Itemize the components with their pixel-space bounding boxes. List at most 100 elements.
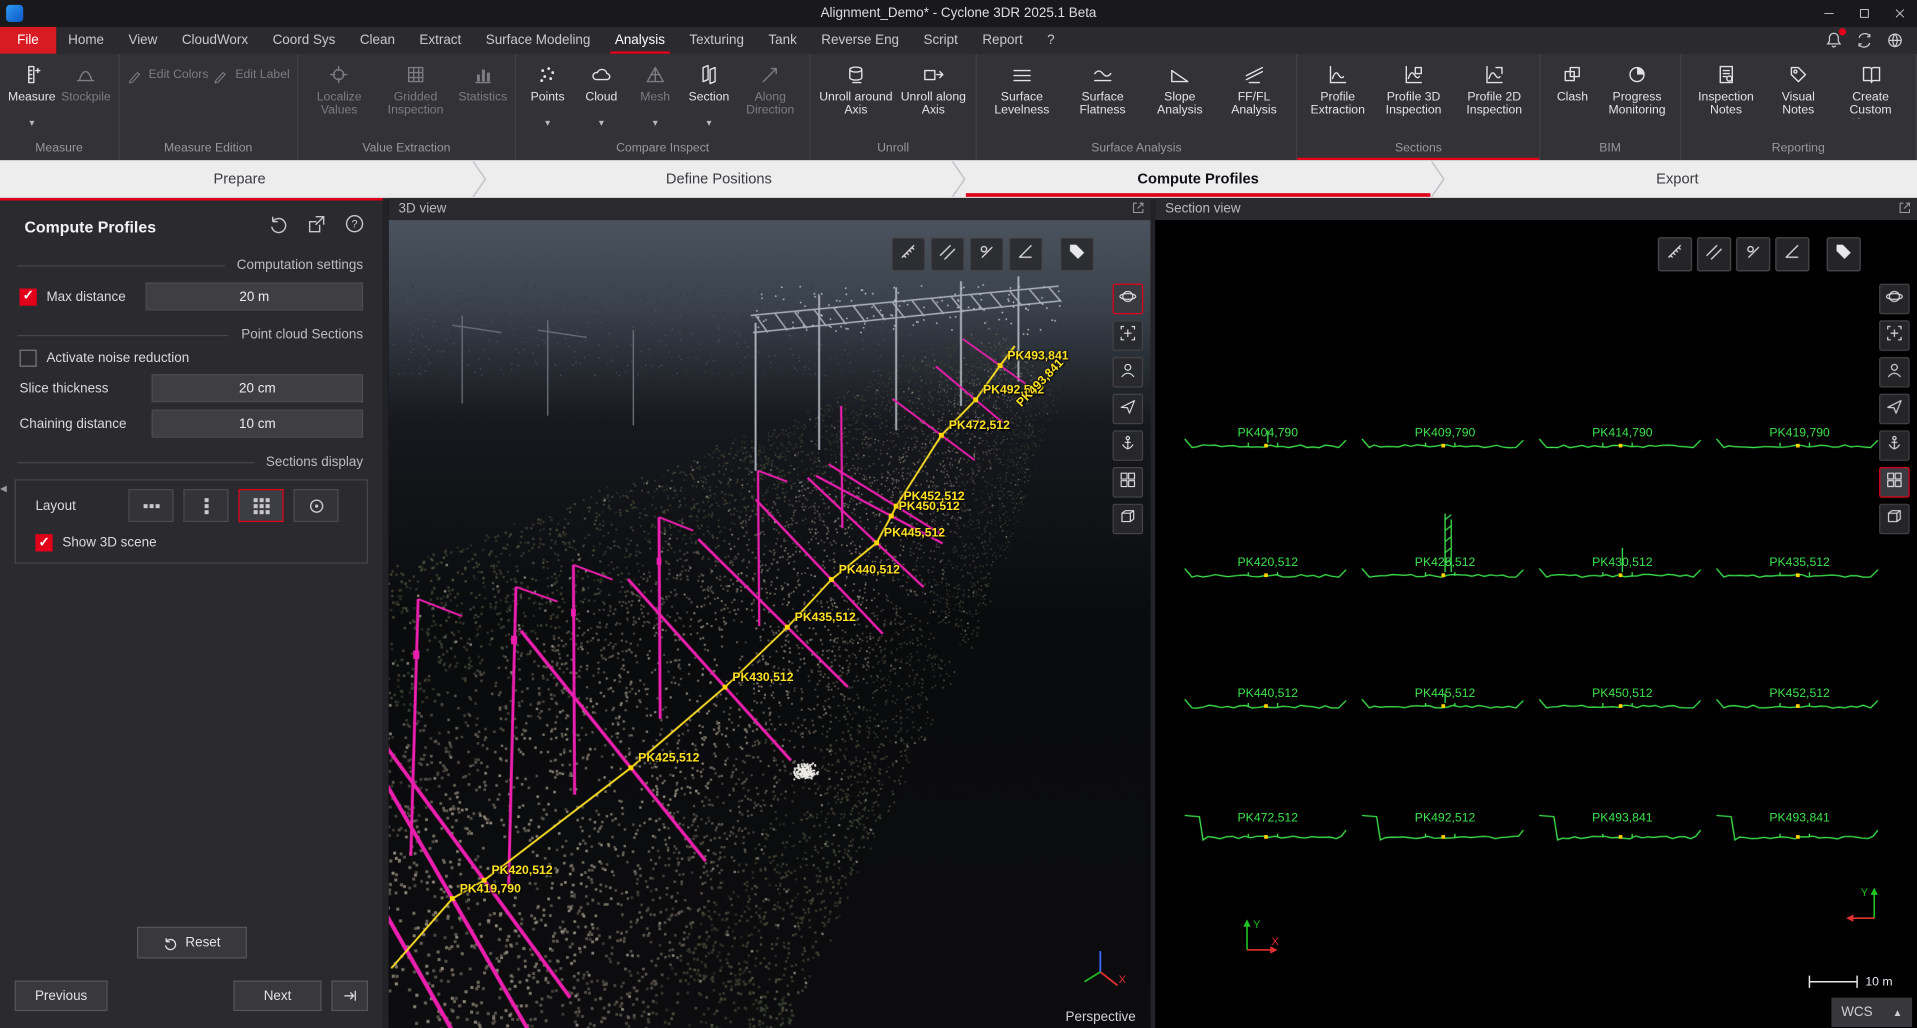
- menu-item-cloudworx[interactable]: CloudWorx: [170, 27, 261, 54]
- workflow-step-define-positions[interactable]: Define Positions: [479, 160, 958, 197]
- section-view-measure-tool-2-button[interactable]: [1697, 237, 1731, 271]
- section-view-plane-button[interactable]: [1879, 394, 1910, 425]
- 3d-view-cubesec-button[interactable]: [1113, 504, 1144, 535]
- previous-button[interactable]: Previous: [15, 981, 108, 1012]
- menu-item-texturing[interactable]: Texturing: [677, 27, 756, 54]
- svg-text:Y: Y: [1253, 919, 1261, 931]
- menu-item-analysis[interactable]: Analysis: [603, 27, 678, 54]
- clash-icon: [1561, 59, 1583, 91]
- section-view-measure-tool-1-button[interactable]: [1658, 237, 1692, 271]
- workflow-step-prepare[interactable]: Prepare: [0, 160, 479, 197]
- sync-icon[interactable]: [1855, 31, 1875, 51]
- help-icon[interactable]: ?: [344, 213, 366, 241]
- noise-reduction-checkbox[interactable]: [20, 350, 37, 367]
- menu-item-reverse-eng[interactable]: Reverse Eng: [809, 27, 911, 54]
- menu-item-tank[interactable]: Tank: [756, 27, 809, 54]
- max-distance-input[interactable]: 20 m: [145, 282, 363, 310]
- 3d-view-measure-tool-2-button[interactable]: [930, 237, 964, 271]
- projection-mode-label[interactable]: Perspective: [1065, 1010, 1135, 1025]
- layout-vertical-button[interactable]: [183, 489, 228, 522]
- ribbon-item-visual-notes[interactable]: Visual Notes: [1766, 57, 1830, 119]
- close-button[interactable]: [1882, 0, 1917, 27]
- menu-item-surface-modeling[interactable]: Surface Modeling: [474, 27, 603, 54]
- ribbon-item-inspection-notes[interactable]: Inspection Notes: [1686, 57, 1767, 119]
- ribbon-item-ff-fl-analysis[interactable]: FF/FL Analysis: [1217, 57, 1292, 119]
- 3d-viewport[interactable]: [389, 220, 1151, 1028]
- 3d-view-measure-tool-3-button[interactable]: [970, 237, 1004, 271]
- ribbon-item-progress-monitoring[interactable]: Progress Monitoring: [1599, 57, 1674, 119]
- pk-label: PK430,512: [732, 671, 793, 684]
- multiview-icon: [1119, 470, 1137, 494]
- ribbon-item-profile-2d-inspection[interactable]: Profile 2D Inspection: [1454, 57, 1535, 119]
- globe-icon[interactable]: [1885, 31, 1905, 51]
- workflow-step-compute-profiles[interactable]: Compute Profiles: [959, 160, 1438, 197]
- menu-item-home[interactable]: Home: [56, 27, 116, 54]
- ribbon-item-clash[interactable]: Clash: [1546, 57, 1600, 119]
- 3d-view-multiview-button[interactable]: [1113, 467, 1144, 498]
- pk-label: PK435,512: [795, 611, 856, 624]
- slice-thickness-input[interactable]: 20 cm: [152, 374, 364, 402]
- menu-item-script[interactable]: Script: [911, 27, 970, 54]
- next-button[interactable]: Next: [234, 981, 322, 1012]
- minimize-button[interactable]: [1811, 0, 1846, 27]
- menu-item-[interactable]: ?: [1035, 27, 1067, 54]
- menu-item-extract[interactable]: Extract: [407, 27, 473, 54]
- layout-grid-button[interactable]: [238, 489, 283, 522]
- section-view-cubesec-button[interactable]: [1879, 504, 1910, 535]
- ribbon-item-profile-3d-inspection[interactable]: Profile 3D Inspection: [1373, 57, 1454, 119]
- ribbon-item-profile-extraction[interactable]: Profile Extraction: [1302, 57, 1373, 119]
- layout-horizontal-button[interactable]: [128, 489, 173, 522]
- section-view-orbit-button[interactable]: [1879, 284, 1910, 315]
- ribbon-item-cloud[interactable]: Cloud▾: [574, 57, 628, 128]
- ribbon-item-edit-label: Edit Label: [211, 62, 292, 89]
- ribbon-item-points[interactable]: Points▾: [521, 57, 575, 128]
- file-menu[interactable]: File: [0, 27, 56, 54]
- ribbon-item-surface-levelness[interactable]: Surface Levelness: [982, 57, 1063, 119]
- ribbon-item-slope-analysis[interactable]: Slope Analysis: [1143, 57, 1217, 119]
- wcs-selector[interactable]: WCS ▲: [1831, 998, 1912, 1027]
- section-view-label-tag-button[interactable]: [1827, 237, 1861, 271]
- 3d-view-label-tag-button[interactable]: [1060, 237, 1094, 271]
- ribbon-item-surface-flatness[interactable]: Surface Flatness: [1062, 57, 1143, 119]
- ribbon-item-measure[interactable]: Measure▾: [5, 57, 59, 128]
- section-view-anchor-button[interactable]: [1879, 430, 1910, 461]
- ribbon-group-label: BIM: [1546, 139, 1675, 160]
- notifications-bell-icon[interactable]: [1824, 31, 1844, 51]
- section-view-measure-tool-4-button[interactable]: [1775, 237, 1809, 271]
- dropdown-arrow-icon: ▾: [545, 119, 550, 128]
- ribbon-item-create-custom-chapter[interactable]: Create Custom Chapter: [1830, 57, 1911, 119]
- reset-button[interactable]: Reset: [136, 927, 246, 959]
- ribbon-group-label: Unroll: [816, 139, 971, 160]
- show-3d-scene-checkbox[interactable]: [35, 534, 52, 551]
- maximize-button[interactable]: [1846, 0, 1881, 27]
- panel-collapse-handle[interactable]: ◂: [0, 479, 12, 499]
- menu-item-view[interactable]: View: [116, 27, 169, 54]
- 3d-view-orbit-button[interactable]: [1113, 284, 1144, 315]
- section-view-person-button[interactable]: [1879, 357, 1910, 388]
- export-settings-icon[interactable]: [306, 213, 328, 241]
- flatness-icon: [1092, 59, 1114, 91]
- section-view-target-button[interactable]: [1879, 320, 1910, 351]
- chaining-distance-input[interactable]: 10 cm: [152, 410, 364, 438]
- 3d-view-plane-button[interactable]: [1113, 394, 1144, 425]
- layout-radial-button[interactable]: [293, 489, 338, 522]
- ribbon-item-section[interactable]: Section▾: [682, 57, 736, 128]
- section-view-multiview-button[interactable]: [1879, 467, 1910, 498]
- 3d-view-measure-tool-1-button[interactable]: [891, 237, 925, 271]
- section-view-measure-tool-3-button[interactable]: [1736, 237, 1770, 271]
- ribbon-item-unroll-along-axis[interactable]: Unroll along Axis: [896, 57, 970, 119]
- 3d-view-measure-tool-4-button[interactable]: [1009, 237, 1043, 271]
- skip-forward-button[interactable]: [331, 981, 368, 1012]
- max-distance-checkbox[interactable]: [20, 288, 37, 305]
- section-viewport[interactable]: [1155, 220, 1917, 1028]
- menu-item-coord-sys[interactable]: Coord Sys: [260, 27, 347, 54]
- menu-item-clean[interactable]: Clean: [348, 27, 408, 54]
- unroll1-icon: [845, 59, 867, 91]
- reset-parameters-icon[interactable]: [268, 213, 290, 241]
- 3d-view-target-button[interactable]: [1113, 320, 1144, 351]
- ribbon-item-unroll-around-axis[interactable]: Unroll around Axis: [816, 57, 897, 119]
- workflow-step-export[interactable]: Export: [1438, 160, 1917, 197]
- 3d-view-anchor-button[interactable]: [1113, 430, 1144, 461]
- 3d-view-person-button[interactable]: [1113, 357, 1144, 388]
- menu-item-report[interactable]: Report: [970, 27, 1035, 54]
